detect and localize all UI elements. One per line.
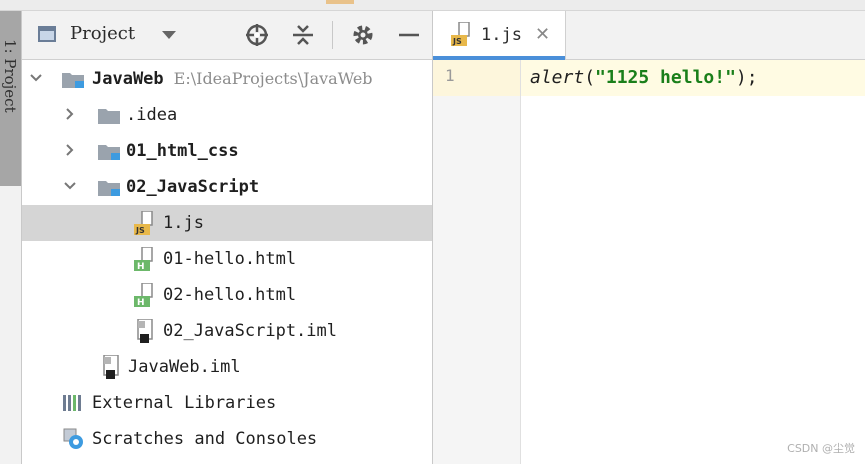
js-file-icon: JS [451, 22, 470, 46]
code-open-paren: ( [584, 67, 596, 88]
editor-tab-label: 1.js [481, 25, 522, 45]
minimize-icon[interactable] [396, 22, 422, 48]
locate-target-icon[interactable] [244, 22, 270, 48]
tree-label-idea: .idea [126, 105, 178, 125]
project-tool-tab[interactable]: 1: Project [0, 11, 21, 186]
project-panel: Project JavaWeb E:\IdeaProjects\JavaWeb … [22, 11, 433, 464]
editor-tab-1-js[interactable]: JS 1.js ✕ [433, 11, 566, 60]
tree-label-javaweb-iml: JavaWeb.iml [128, 357, 241, 377]
tree-row-scratches-and-consoles[interactable]: Scratches and Consoles [22, 421, 432, 457]
window-top-strip [0, 0, 865, 11]
project-view-icon [38, 26, 56, 42]
code-line-1[interactable]: alert("1125 hello!"); [530, 67, 758, 88]
tree-label-1-js: 1.js [163, 213, 204, 233]
tree-label-javaweb: JavaWeb E:\IdeaProjects\JavaWeb [92, 68, 373, 90]
html-file-icon: H [134, 247, 153, 271]
project-panel-title[interactable]: Project [70, 23, 135, 44]
tree-label-01-html-css: 01_html_css [126, 141, 239, 161]
tree-label-02-hello-html: 02-hello.html [163, 285, 297, 305]
tree-label-02-javascript: 02_JavaScript [126, 177, 260, 197]
code-string-literal: "1125 hello!" [595, 67, 736, 88]
tree-row-02-javascript[interactable]: 02_JavaScript [22, 169, 432, 205]
header-separator [332, 21, 333, 49]
tree-row-external-libraries[interactable]: External Libraries [22, 385, 432, 421]
gutter-current-line: 1 [433, 60, 521, 96]
html-file-icon: H [134, 283, 153, 307]
external-libraries-icon [63, 395, 81, 411]
left-tool-strip: 1: Project [0, 11, 22, 464]
iml-file-icon [103, 355, 119, 379]
module-folder-icon [62, 73, 84, 88]
line-number: 1 [445, 66, 455, 85]
module-path: E:\IdeaProjects\JavaWeb [173, 69, 373, 88]
tree-label-01-hello-html: 01-hello.html [163, 249, 297, 269]
tree-row-01-hello-html[interactable]: H 01-hello.html [22, 241, 432, 277]
tree-row-02-javascript-iml[interactable]: 02_JavaScript.iml [22, 313, 432, 349]
editor-tab-bar: JS 1.js ✕ [433, 11, 865, 60]
chevron-down-icon[interactable] [30, 72, 42, 84]
top-strip-marker [326, 0, 354, 4]
svg-text:H: H [137, 262, 145, 271]
editor-area[interactable]: JS 1.js ✕ 1 alert("1125 hello!"); [433, 11, 865, 464]
scratches-icon [63, 428, 83, 449]
tree-row-02-hello-html[interactable]: H 02-hello.html [22, 277, 432, 313]
chevron-down-icon[interactable] [162, 31, 176, 39]
tree-row-1-js[interactable]: JS 1.js [22, 205, 432, 241]
tree-label-scratches-and-consoles: Scratches and Consoles [92, 429, 318, 449]
iml-file-icon [137, 319, 153, 343]
project-panel-header: Project [22, 11, 432, 60]
collapse-all-icon[interactable] [290, 22, 316, 48]
tree-row-idea[interactable]: .idea [22, 97, 432, 133]
module-folder-icon [98, 181, 120, 196]
js-file-icon: JS [134, 211, 153, 235]
chevron-right-icon[interactable] [64, 108, 76, 120]
tree-label-external-libraries: External Libraries [92, 393, 277, 413]
line-gutter [433, 60, 521, 464]
code-close-paren: ); [735, 67, 758, 88]
module-name: JavaWeb [92, 69, 164, 89]
chevron-down-icon[interactable] [64, 180, 76, 192]
tree-row-javaweb[interactable]: JavaWeb E:\IdeaProjects\JavaWeb [22, 61, 432, 97]
svg-text:JS: JS [135, 226, 145, 235]
tree-label-02-javascript-iml: 02_JavaScript.iml [163, 321, 337, 341]
close-icon[interactable]: ✕ [535, 24, 550, 45]
gear-icon[interactable] [350, 22, 376, 48]
chevron-right-icon[interactable] [64, 144, 76, 156]
folder-icon [98, 109, 120, 124]
tree-row-01-html-css[interactable]: 01_html_css [22, 133, 432, 169]
module-folder-icon [98, 145, 120, 160]
svg-text:H: H [137, 298, 145, 307]
watermark: CSDN @尘觉 [787, 442, 855, 455]
project-tool-tab-label: 1: Project [1, 39, 19, 113]
tree-row-javaweb-iml[interactable]: JavaWeb.iml [22, 349, 432, 385]
code-function-name: alert [530, 67, 585, 88]
svg-text:JS: JS [452, 37, 462, 46]
